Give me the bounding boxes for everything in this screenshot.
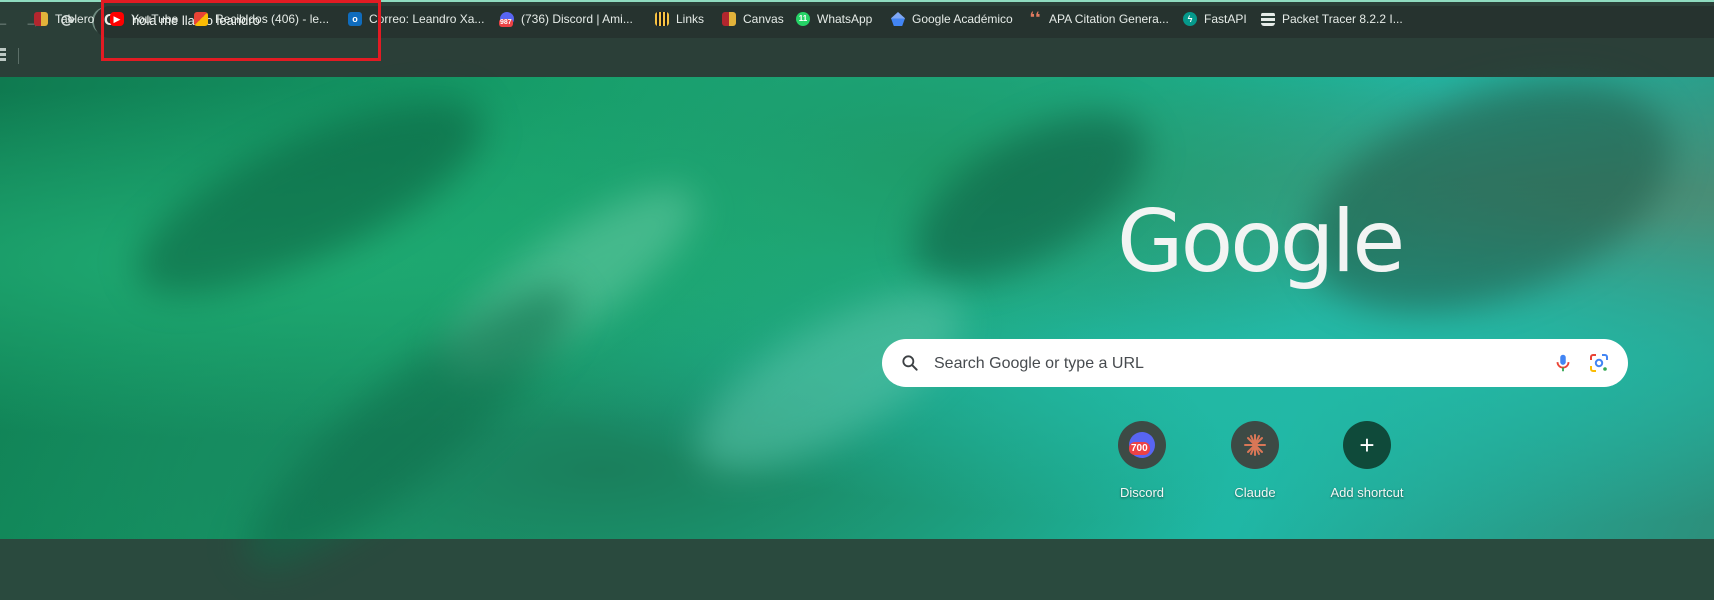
microphone-icon[interactable] (1552, 351, 1574, 375)
bookmark-label: (736) Discord | Ami... (521, 12, 633, 26)
bookmark-label: Recibidos (406) - le... (215, 12, 330, 26)
shortcut-claude[interactable]: Claude (1200, 421, 1310, 501)
search-icon (902, 355, 918, 371)
whatsapp-icon: 11 (796, 12, 810, 26)
bookmark-label: APA Citation Genera... (1049, 12, 1169, 26)
discord-icon: 700 (1129, 432, 1155, 458)
bookmarks-bar (0, 39, 1714, 77)
shortcut-tile (1231, 421, 1279, 469)
plus-icon: + (1359, 430, 1375, 460)
fastapi-icon: ϟ (1183, 12, 1197, 26)
shortcut-tile: 700 (1118, 421, 1166, 469)
bookmark-label: Links (676, 12, 705, 26)
bookmark-google-scholar[interactable]: Google Académico (891, 10, 1013, 28)
bookmark-links[interactable]: Links (655, 10, 704, 28)
bookmarks-separator (18, 48, 19, 64)
notification-badge: 987 (499, 19, 513, 27)
bookmark-gmail[interactable]: Recibidos (406) - le... (194, 10, 329, 28)
new-tab-background (0, 38, 1714, 600)
bookmark-label: Canvas (743, 12, 784, 26)
bookmark-canvas[interactable]: Canvas (722, 10, 784, 28)
shortcut-label: Claude (1234, 485, 1276, 500)
notification-badge: 700 (1129, 442, 1150, 455)
bookmark-label: Correo: Leandro Xa... (369, 12, 485, 26)
tablero-icon (34, 12, 48, 26)
bookmark-label: Packet Tracer 8.2.2 I... (1282, 12, 1403, 26)
bookmark-youtube[interactable]: ▶ YouTube (110, 10, 178, 28)
claude-icon (1244, 434, 1266, 456)
search-input[interactable] (932, 339, 1496, 389)
bookmark-fastapi[interactable]: ϟ FastAPI (1183, 10, 1247, 28)
bookmark-label: WhatsApp (817, 12, 873, 26)
background-texture (216, 253, 604, 600)
bookmark-tablero[interactable]: Tablero (34, 10, 94, 28)
bookmark-outlook[interactable]: o Correo: Leandro Xa... (348, 10, 484, 28)
notification-badge: 11 (798, 14, 808, 23)
gmail-icon (194, 12, 208, 26)
add-shortcut-button[interactable]: + Add shortcut (1312, 421, 1422, 501)
shortcut-label: Discord (1119, 485, 1165, 500)
shortcut-tile: + (1343, 421, 1391, 469)
outlook-icon: o (348, 12, 362, 26)
discord-icon: 987 (499, 12, 514, 27)
shortcut-label: Add shortcut (1330, 485, 1404, 500)
apa-quote-icon: ❛❛ (1029, 10, 1041, 27)
bookmark-discord[interactable]: 987 (736) Discord | Ami... (499, 10, 633, 28)
google-lens-icon[interactable] (1587, 351, 1611, 375)
bookmark-label: Google Académico (912, 12, 1013, 26)
bookmark-label: Tablero (55, 12, 95, 26)
packet-tracer-icon (1261, 12, 1275, 26)
back-icon[interactable]: ← (0, 10, 12, 32)
search-box[interactable] (882, 339, 1628, 389)
bookmark-label: YouTube (131, 12, 179, 26)
bookmark-label: FastAPI (1204, 12, 1247, 26)
bookmark-packet-tracer[interactable]: Packet Tracer 8.2.2 I... (1261, 10, 1403, 28)
shortcut-discord[interactable]: 700 Discord (1087, 421, 1197, 501)
youtube-icon: ▶ (110, 12, 124, 26)
bookmark-apa-citation[interactable]: ❛❛ APA Citation Genera... (1028, 10, 1169, 28)
scholar-icon (891, 12, 905, 26)
google-logo: Google (1117, 192, 1405, 292)
canvas-icon (722, 12, 736, 26)
background-texture (112, 62, 508, 332)
links-icon (655, 12, 669, 26)
bookmark-whatsapp[interactable]: 11 WhatsApp (796, 10, 872, 28)
apps-icon[interactable] (0, 48, 6, 62)
